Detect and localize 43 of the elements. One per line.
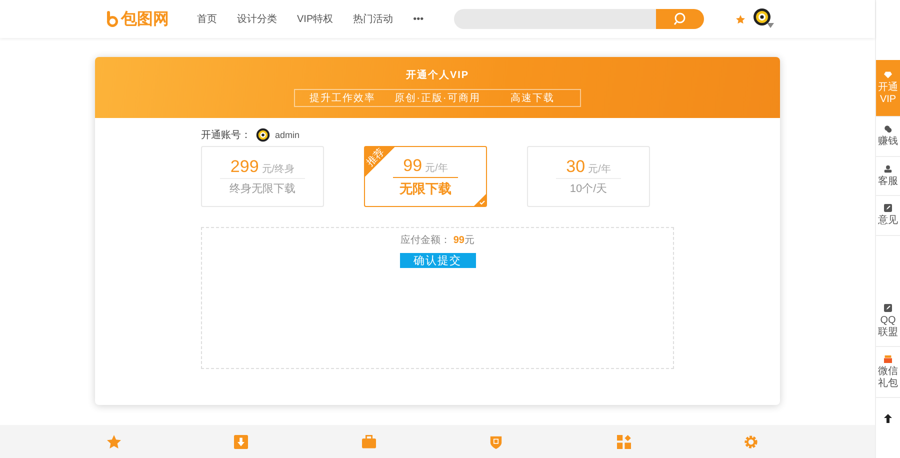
gift-icon: [884, 355, 892, 363]
person-icon: [884, 164, 892, 172]
avatar-icon[interactable]: [753, 8, 775, 30]
search-field[interactable]: [454, 9, 656, 29]
search-icon: [672, 12, 687, 26]
shield-icon[interactable]: [489, 434, 504, 448]
plan-description: 10个/天: [570, 182, 608, 196]
plan-unit: 元/年: [588, 163, 611, 176]
star-icon[interactable]: [106, 434, 121, 448]
account-label: 开通账号：: [201, 128, 251, 142]
plan-description: 终身无限下载: [230, 182, 296, 196]
edit-icon: [884, 204, 892, 212]
nav-link[interactable]: •••: [413, 14, 424, 24]
plan-price: 299: [230, 157, 259, 177]
feature-text: 原创·正版·可商用: [394, 92, 482, 105]
star-icon[interactable]: [736, 14, 745, 24]
recommend-ribbon: 推荐: [365, 147, 395, 177]
feature-text: 高速下载: [510, 92, 556, 105]
briefcase-icon[interactable]: [362, 434, 376, 448]
plan-description: 无限下载: [400, 180, 452, 198]
search-button[interactable]: [656, 9, 704, 29]
nav-link[interactable]: 首页: [197, 12, 217, 26]
nav-link[interactable]: 热门活动: [353, 12, 394, 26]
feature-text: 提升工作效率: [308, 92, 376, 105]
plan-unit: 元/终身: [262, 163, 295, 176]
plan-price: 99: [403, 156, 422, 176]
amount-due: 应付金额： 99元: [400, 234, 474, 247]
avatar-icon: [256, 128, 270, 142]
grid-icon[interactable]: [616, 434, 631, 448]
arrow-up-icon: [884, 414, 892, 422]
banner-title: 开通个人VIP: [406, 68, 470, 82]
plan-unit: 元/年: [425, 162, 448, 174]
plan-price: 30: [566, 157, 586, 177]
account-username: admin: [275, 130, 300, 140]
check-icon: [474, 194, 486, 206]
edit-icon: [884, 304, 892, 312]
download-icon[interactable]: [234, 434, 248, 448]
logo-icon: [106, 11, 118, 27]
coins-icon: [884, 125, 892, 133]
nav-link[interactable]: 设计分类: [237, 12, 277, 26]
gear-icon[interactable]: [744, 434, 758, 448]
nav-link[interactable]: VIP特权: [297, 12, 334, 26]
diamond-icon: [884, 71, 892, 79]
